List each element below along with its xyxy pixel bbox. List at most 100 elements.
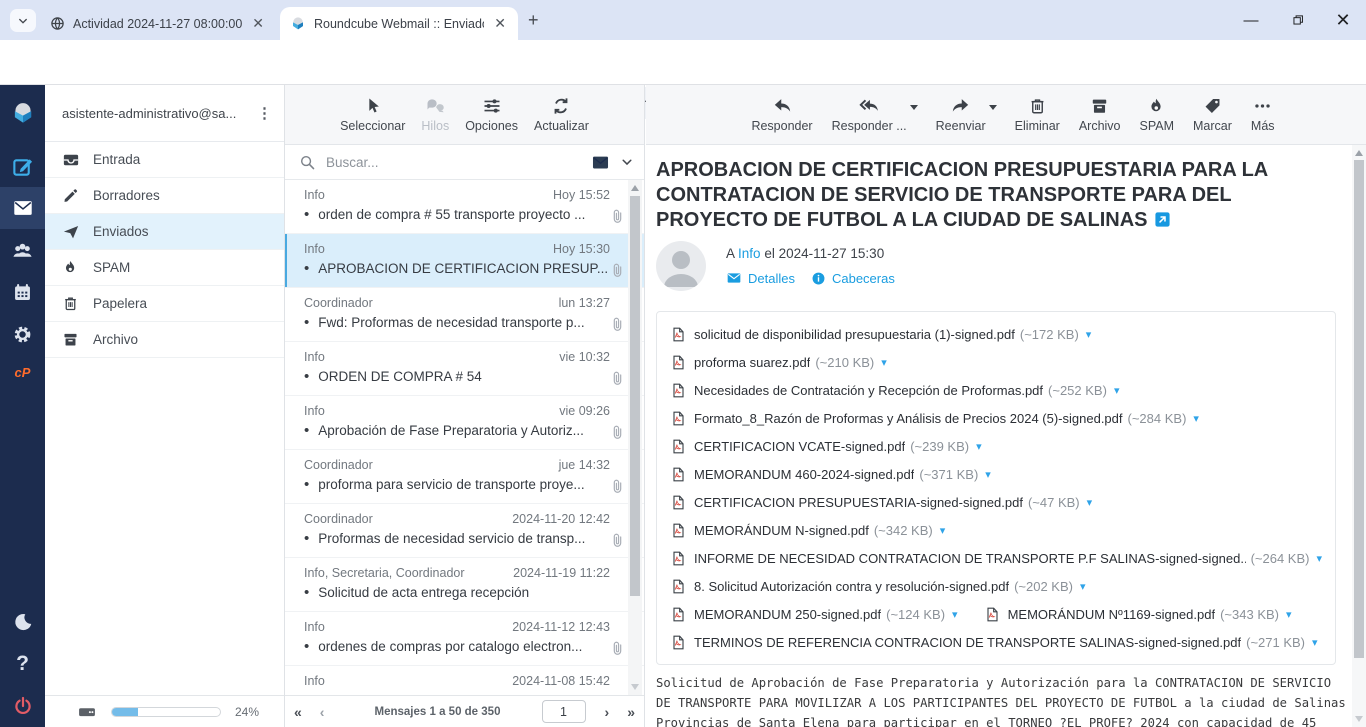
list-item[interactable]: Info2024-11-12 12:43•ordenes de compras …: [285, 612, 644, 666]
settings-nav-button[interactable]: [0, 313, 45, 355]
attachment-item[interactable]: Formato_8_Razón de Proformas y Análisis …: [670, 410, 1199, 427]
sidebar-item-papelera[interactable]: Papelera: [45, 286, 284, 322]
archive-button[interactable]: Archivo: [1079, 96, 1121, 133]
reply-button[interactable]: Responder: [751, 96, 812, 133]
message-list-scrollbar[interactable]: [628, 180, 642, 695]
scroll-up-icon[interactable]: [1355, 150, 1363, 156]
prev-page-icon[interactable]: ‹: [311, 704, 334, 720]
scroll-up-icon[interactable]: [631, 185, 639, 191]
options-button[interactable]: Opciones: [465, 96, 518, 133]
forward-dropdown-icon[interactable]: [989, 105, 997, 110]
attachment-item[interactable]: 8. Solicitud Autorización contra y resol…: [670, 578, 1086, 595]
compose-icon: [11, 155, 34, 178]
attachment-item[interactable]: solicitud de disponibilidad presupuestar…: [670, 326, 1091, 343]
mark-button[interactable]: Marcar: [1193, 96, 1232, 133]
account-menu-icon[interactable]: ⋮: [253, 104, 276, 122]
select-button[interactable]: Seleccionar: [340, 96, 405, 133]
search-input[interactable]: [326, 155, 591, 170]
last-page-icon[interactable]: »: [618, 704, 644, 720]
tab-search-button[interactable]: [10, 9, 36, 32]
scrollbar-thumb[interactable]: [1354, 160, 1364, 658]
attachment-item[interactable]: Necesidades de Contratación y Recepción …: [670, 382, 1119, 399]
window-minimize-button[interactable]: —: [1228, 0, 1274, 40]
tab-close-icon[interactable]: ✕: [492, 15, 508, 32]
sidebar-item-spam[interactable]: SPAM: [45, 250, 284, 286]
list-item-selected[interactable]: InfoHoy 15:30•APROBACION DE CERTIFICACIO…: [285, 234, 644, 288]
list-item[interactable]: Info, Secretaria, Coordinador2024-11-19 …: [285, 558, 644, 612]
cursor-icon: [363, 96, 382, 116]
sidebar-item-borradores[interactable]: Borradores: [45, 178, 284, 214]
list-item[interactable]: Info2024-11-08 15:42: [285, 666, 644, 695]
window-restore-button[interactable]: [1274, 0, 1320, 40]
scroll-down-icon[interactable]: [631, 684, 639, 690]
reader-scrollbar[interactable]: [1352, 145, 1366, 727]
spam-button[interactable]: SPAM: [1140, 96, 1175, 133]
paperclip-icon: [609, 316, 626, 333]
tab-close-icon[interactable]: ✕: [250, 15, 266, 32]
attachment-item[interactable]: MEMORÁNDUM N-signed.pdf(~342 KB)▾: [670, 522, 945, 539]
attachment-menu-icon[interactable]: ▾: [985, 468, 991, 481]
delete-button[interactable]: Eliminar: [1015, 96, 1060, 133]
attachment-item[interactable]: CERTIFICACION PRESUPUESTARIA-signed-sign…: [670, 494, 1092, 511]
sidebar-item-enviados[interactable]: Enviados: [45, 214, 284, 250]
cpanel-link[interactable]: cP: [0, 351, 45, 393]
list-item[interactable]: Infovie 09:26•Aprobación de Fase Prepara…: [285, 396, 644, 450]
list-item[interactable]: Coordinadorjue 14:32•proforma para servi…: [285, 450, 644, 504]
next-page-icon[interactable]: ›: [596, 704, 619, 720]
forward-button[interactable]: Reenviar: [936, 96, 986, 133]
list-item[interactable]: Infovie 10:32•ORDEN DE COMPRA # 54: [285, 342, 644, 396]
calendar-nav-button[interactable]: [0, 271, 45, 313]
window-close-button[interactable]: ✕: [1320, 0, 1366, 40]
mail-nav-button[interactable]: [0, 187, 45, 229]
details-toggle[interactable]: Detalles: [726, 270, 795, 286]
more-button[interactable]: Más: [1251, 96, 1275, 133]
attachment-menu-icon[interactable]: ▾: [976, 440, 982, 453]
attachment-item[interactable]: MEMORANDUM 460-2024-signed.pdf(~371 KB)▾: [670, 466, 991, 483]
reply-all-button[interactable]: Responder ...: [832, 96, 907, 133]
attachment-item[interactable]: MEMORANDUM 250-signed.pdf(~124 KB)▾: [670, 606, 958, 623]
folder-label: Archivo: [93, 332, 138, 347]
recipient-link[interactable]: Info: [738, 246, 761, 261]
attachment-menu-icon[interactable]: ▾: [1286, 608, 1292, 621]
attachment-menu-icon[interactable]: ▾: [1193, 412, 1199, 425]
headers-toggle[interactable]: Cabeceras: [811, 271, 895, 286]
first-page-icon[interactable]: «: [285, 704, 311, 720]
scroll-down-icon[interactable]: [1355, 716, 1363, 722]
attachment-menu-icon[interactable]: ▾: [1114, 384, 1120, 397]
attachment-item[interactable]: INFORME DE NECESIDAD CONTRATACION DE TRA…: [670, 550, 1322, 567]
attachment-menu-icon[interactable]: ▾: [1316, 552, 1322, 565]
sidebar-item-archivo[interactable]: Archivo: [45, 322, 284, 358]
threads-button[interactable]: Hilos: [421, 96, 449, 133]
compose-button[interactable]: [0, 145, 45, 187]
attachment-menu-icon[interactable]: ▾: [1086, 328, 1092, 341]
attachment-menu-icon[interactable]: ▾: [940, 524, 946, 537]
contacts-nav-button[interactable]: [0, 229, 45, 271]
sidebar-item-entrada[interactable]: Entrada: [45, 142, 284, 178]
external-link-icon[interactable]: [1154, 211, 1171, 228]
attachment-menu-icon[interactable]: ▾: [952, 608, 958, 621]
browser-tab-inactive[interactable]: Actividad 2024-11-27 08:00:00 ✕: [40, 7, 276, 40]
scrollbar-thumb[interactable]: [630, 196, 640, 596]
search-scope-envelope-icon[interactable]: [591, 153, 610, 172]
attachment-item[interactable]: proforma suarez.pdf(~210 KB)▾: [670, 354, 887, 371]
reply-all-dropdown-icon[interactable]: [910, 105, 918, 110]
search-options-chevron-icon[interactable]: [620, 155, 634, 169]
attachment-item[interactable]: MEMORÁNDUM Nº1169-signed.pdf(~343 KB)▾: [984, 606, 1292, 623]
list-item[interactable]: Coordinador2024-11-20 12:42•Proformas de…: [285, 504, 644, 558]
attachment-menu-icon[interactable]: ▾: [1080, 580, 1086, 593]
refresh-button[interactable]: Actualizar: [534, 96, 589, 133]
attachment-menu-icon[interactable]: ▾: [1312, 636, 1318, 649]
dark-mode-button[interactable]: [0, 601, 45, 643]
logout-button[interactable]: [0, 685, 45, 727]
browser-tab-active[interactable]: Roundcube Webmail :: Enviados ✕: [280, 7, 518, 40]
help-button[interactable]: ?: [0, 643, 45, 685]
page-number-input[interactable]: [542, 700, 586, 723]
list-item[interactable]: Coordinadorlun 13:27•Fwd: Proformas de n…: [285, 288, 644, 342]
attachment-item[interactable]: CERTIFICACION VCATE-signed.pdf(~239 KB)▾: [670, 438, 982, 455]
attachment-menu-icon[interactable]: ▾: [1087, 496, 1093, 509]
new-tab-button[interactable]: +: [528, 10, 539, 31]
attachment-item[interactable]: TERMINOS DE REFERENCIA CONTRACION DE TRA…: [670, 634, 1318, 651]
attachment-menu-icon[interactable]: ▾: [881, 356, 887, 369]
list-item[interactable]: InfoHoy 15:52•orden de compra # 55 trans…: [285, 180, 644, 234]
attachments-box: solicitud de disponibilidad presupuestar…: [656, 311, 1336, 665]
